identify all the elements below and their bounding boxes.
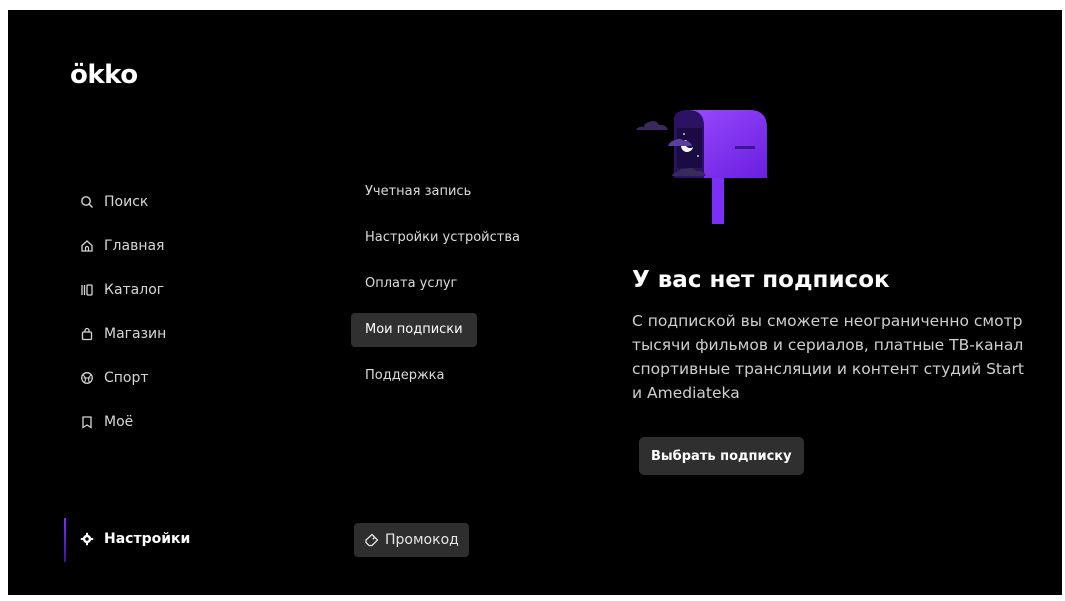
nav-item-catalog[interactable]: Каталог <box>78 268 166 312</box>
description-line: спортивные трансляции и контент студий S… <box>632 360 1024 378</box>
catalog-icon <box>78 281 96 299</box>
nav-item-label: Главная <box>104 238 165 254</box>
nav-item-shop[interactable]: Магазин <box>78 312 166 356</box>
active-indicator <box>64 518 66 562</box>
home-icon <box>78 237 96 255</box>
nav-item-label: Спорт <box>104 370 149 386</box>
description-line: С подпиской вы сможете неограниченно смо… <box>632 312 1023 330</box>
submenu-item-payment[interactable]: Оплата услуг <box>351 267 471 301</box>
promo-code-button[interactable]: Промокод <box>354 523 469 557</box>
submenu-item-support[interactable]: Поддержка <box>351 359 459 393</box>
tv-screen: ökko Поиск Главная Каталог Магазин Спорт… <box>8 10 1062 595</box>
main-nav: Поиск Главная Каталог Магазин Спорт Моё <box>78 180 166 444</box>
promo-label: Промокод <box>385 532 459 548</box>
nav-item-label: Каталог <box>104 282 165 298</box>
nav-item-home[interactable]: Главная <box>78 224 166 268</box>
empty-state-description: С подпиской вы сможете неограниченно смо… <box>632 309 1062 405</box>
submenu-item-subscriptions[interactable]: Мои подписки <box>351 313 477 347</box>
nav-item-mine[interactable]: Моё <box>78 400 166 444</box>
ball-icon <box>78 369 96 387</box>
empty-state-title: У вас нет подписок <box>632 267 890 293</box>
settings-label: Настройки <box>104 531 191 547</box>
search-icon <box>78 193 96 211</box>
description-line: и Amediateka <box>632 384 740 402</box>
nav-item-label: Моё <box>104 414 134 430</box>
submenu-item-account[interactable]: Учетная запись <box>351 175 485 209</box>
gear-icon <box>78 530 96 548</box>
nav-item-settings[interactable]: Настройки <box>78 525 190 553</box>
okko-logo: ökko <box>70 60 138 90</box>
nav-item-label: Магазин <box>104 326 167 342</box>
mailbox-icon <box>636 110 767 224</box>
choose-subscription-button[interactable]: Выбрать подписку <box>639 437 804 475</box>
nav-item-sport[interactable]: Спорт <box>78 356 166 400</box>
nav-item-label: Поиск <box>104 194 149 210</box>
submenu-item-device-settings[interactable]: Настройки устройства <box>351 221 534 255</box>
nav-item-search[interactable]: Поиск <box>78 180 166 224</box>
shopping-bag-icon <box>78 325 96 343</box>
tag-icon <box>365 533 379 546</box>
settings-submenu: Учетная запись Настройки устройства Опла… <box>351 175 534 405</box>
description-line: тысячи фильмов и сериалов, платные ТВ-ка… <box>632 336 1024 354</box>
bookmark-icon <box>78 413 96 431</box>
